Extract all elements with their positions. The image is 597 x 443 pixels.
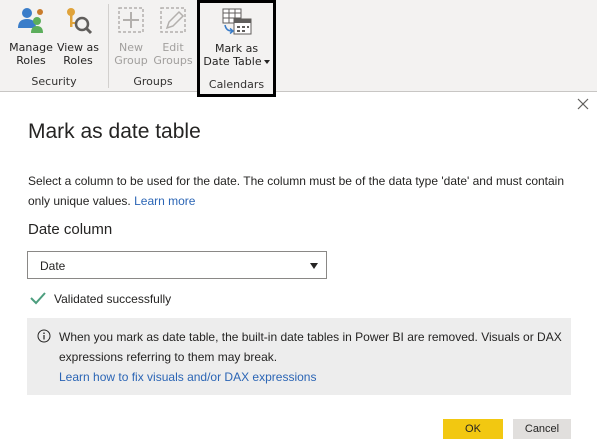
dialog-title: Mark as date table xyxy=(28,120,201,143)
calendars-group-label: Calendars xyxy=(208,78,265,91)
new-group-label: New Group xyxy=(114,41,148,67)
view-as-roles-icon xyxy=(67,8,93,35)
date-column-select[interactable]: Date xyxy=(27,251,327,279)
manage-roles-label: Manage Roles xyxy=(9,41,53,67)
check-icon xyxy=(30,292,46,305)
chevron-down-icon xyxy=(263,60,270,64)
edit-groups-icon xyxy=(160,7,186,33)
close-icon[interactable] xyxy=(576,97,590,111)
groups-group: New Group Edit Groups Groups xyxy=(109,0,197,91)
manage-roles-button[interactable]: Manage Roles xyxy=(6,4,56,67)
description-text: Select a column to be used for the date.… xyxy=(28,174,565,208)
fix-visuals-link[interactable]: Learn how to fix visuals and/or DAX expr… xyxy=(59,370,316,384)
calendars-group-highlight: Mark as Date Table Calendars xyxy=(197,0,276,97)
groups-group-label: Groups xyxy=(133,75,173,88)
manage-roles-icon xyxy=(18,8,43,33)
info-text: When you mark as date table, the built-i… xyxy=(59,330,562,364)
info-icon xyxy=(37,329,51,343)
mark-as-date-table-button[interactable]: Mark as Date Table xyxy=(203,5,270,68)
edit-groups-button[interactable]: Edit Groups xyxy=(153,4,193,67)
dropdown-arrow-icon xyxy=(310,263,318,269)
info-banner: When you mark as date table, the built-i… xyxy=(27,318,571,395)
ok-button[interactable]: OK xyxy=(443,419,503,439)
new-group-button[interactable]: New Group xyxy=(113,4,149,67)
cancel-button[interactable]: Cancel xyxy=(513,419,571,439)
mark-as-date-table-icon xyxy=(222,8,251,35)
new-group-icon xyxy=(118,7,144,33)
security-group: Manage Roles View as Roles Security xyxy=(0,0,108,91)
validation-text: Validated successfully xyxy=(54,292,172,306)
ribbon: Manage Roles View as Roles Security New … xyxy=(0,0,597,97)
date-column-label: Date column xyxy=(28,221,113,238)
date-column-value: Date xyxy=(40,259,66,273)
mark-as-date-table-label-line2: Date Table xyxy=(203,55,270,68)
edit-groups-label: Edit Groups xyxy=(153,41,193,67)
info-text-block: When you mark as date table, the built-i… xyxy=(59,327,564,387)
mark-as-date-table-label-line2-text: Date Table xyxy=(203,55,262,68)
view-as-roles-label: View as Roles xyxy=(56,41,100,67)
dialog-description: Select a column to be used for the date.… xyxy=(28,171,573,211)
view-as-roles-button[interactable]: View as Roles xyxy=(56,4,100,67)
mark-as-date-table-label-line1: Mark as xyxy=(214,42,259,55)
learn-more-link[interactable]: Learn more xyxy=(134,194,195,208)
security-group-label: Security xyxy=(31,75,77,88)
